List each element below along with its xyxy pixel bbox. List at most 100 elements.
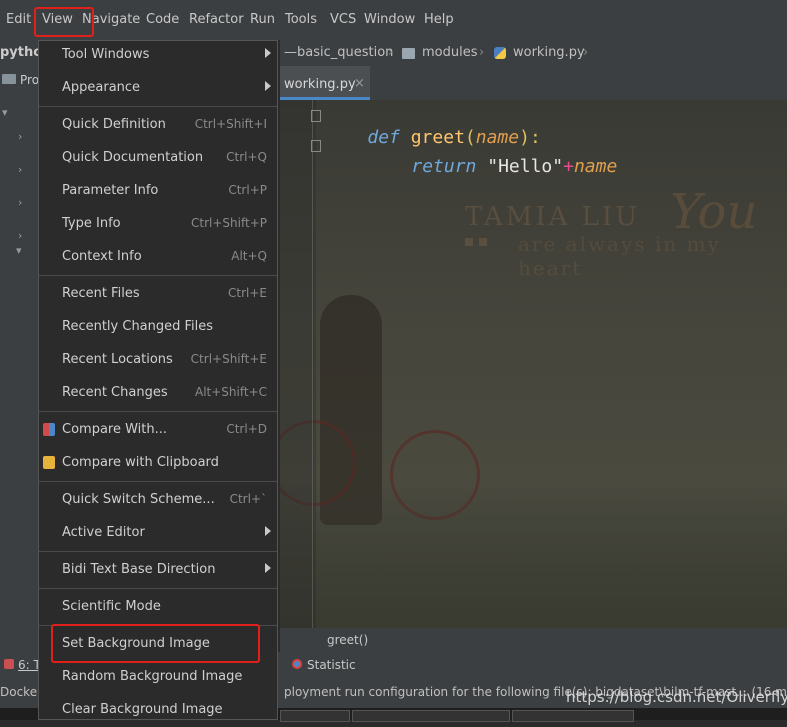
taskbar-item[interactable] bbox=[352, 710, 510, 722]
breadcrumb-item[interactable]: —basic_question bbox=[284, 45, 393, 60]
fold-icon[interactable] bbox=[311, 110, 321, 122]
menu-item-compare-with[interactable]: Compare With... Ctrl+D bbox=[39, 414, 279, 447]
menu-item-shortcut: Ctrl+Shift+I bbox=[194, 117, 267, 131]
variable-token: name bbox=[573, 156, 618, 177]
submenu-arrow-icon bbox=[265, 526, 271, 536]
menu-item-type-info[interactable]: Type Info Ctrl+Shift+P bbox=[39, 208, 279, 241]
menu-item-shortcut: Ctrl+Shift+P bbox=[191, 216, 267, 230]
python-file-icon bbox=[494, 47, 506, 59]
set-background-highlight bbox=[51, 624, 260, 663]
menu-item-random-background-image[interactable]: Random Background Image bbox=[39, 661, 279, 694]
background-photo-grass bbox=[280, 478, 787, 648]
watermark-square bbox=[465, 238, 473, 246]
tool-window-statistic[interactable]: Statistic bbox=[307, 658, 356, 672]
menu-window[interactable]: Window bbox=[364, 12, 415, 27]
menu-item-shortcut: Ctrl+D bbox=[226, 422, 267, 436]
menu-item-label: Appearance bbox=[62, 80, 141, 95]
menu-item-shortcut: Alt+Shift+C bbox=[194, 385, 267, 399]
menu-item-clear-background-image[interactable]: Clear Background Image bbox=[39, 694, 279, 727]
menu-separator bbox=[39, 551, 277, 552]
code-editor[interactable]: TAMIA LIU You are always in my heart def… bbox=[280, 100, 787, 648]
menu-item-quick-documentation[interactable]: Quick Documentation Ctrl+Q bbox=[39, 142, 279, 175]
menu-item-tool-windows[interactable]: Tool Windows bbox=[39, 39, 279, 72]
menu-item-label: Quick Documentation bbox=[62, 150, 204, 165]
menu-item-label: Compare with Clipboard bbox=[62, 455, 219, 470]
chevron-right-icon: › bbox=[388, 45, 394, 60]
menu-item-recent-locations[interactable]: Recent Locations Ctrl+Shift+E bbox=[39, 344, 279, 377]
watermark-name: TAMIA LIU bbox=[465, 202, 641, 232]
menu-item-shortcut: Ctrl+E bbox=[228, 286, 267, 300]
view-menu-highlight bbox=[34, 7, 94, 37]
tab-working-py[interactable]: working.py × bbox=[280, 66, 370, 100]
chevron-right-icon[interactable]: › bbox=[18, 196, 22, 209]
chevron-right-icon: › bbox=[583, 45, 589, 60]
menu-item-label: Scientific Mode bbox=[62, 599, 161, 614]
keyword-token: return bbox=[411, 156, 477, 177]
structure-item[interactable]: greet() bbox=[327, 633, 368, 647]
menu-item-quick-definition[interactable]: Quick Definition Ctrl+Shift+I bbox=[39, 109, 279, 142]
menu-item-shortcut: Alt+Q bbox=[231, 249, 267, 263]
menu-item-parameter-info[interactable]: Parameter Info Ctrl+P bbox=[39, 175, 279, 208]
structure-breadcrumb: greet() bbox=[280, 628, 787, 652]
menu-item-label: Compare With... bbox=[62, 422, 168, 437]
code-line-2: return "Hello"+name bbox=[368, 135, 617, 198]
todo-icon bbox=[4, 659, 14, 669]
menu-item-quick-switch-scheme[interactable]: Quick Switch Scheme... Ctrl+` bbox=[39, 484, 279, 517]
chevron-right-icon[interactable]: › bbox=[18, 229, 22, 242]
clipboard-icon bbox=[43, 456, 55, 469]
menu-item-scientific-mode[interactable]: Scientific Mode bbox=[39, 591, 279, 624]
statistic-icon bbox=[292, 659, 302, 669]
menu-item-shortcut: Ctrl+Q bbox=[226, 150, 267, 164]
menu-bar: Edit View Navigate Code Refactor Run Too… bbox=[0, 0, 787, 40]
menu-item-label: Quick Switch Scheme... bbox=[62, 492, 215, 507]
taskbar-item[interactable] bbox=[280, 710, 350, 722]
menu-edit[interactable]: Edit bbox=[6, 12, 31, 27]
menu-item-recently-changed-files[interactable]: Recently Changed Files bbox=[39, 311, 279, 344]
menu-item-shortcut: Ctrl+P bbox=[228, 183, 267, 197]
menu-item-bidi-text-base-direction[interactable]: Bidi Text Base Direction bbox=[39, 554, 279, 587]
status-docker[interactable]: Docker bbox=[0, 685, 42, 699]
gutter-divider bbox=[312, 100, 313, 648]
operator-token: + bbox=[563, 156, 574, 177]
menu-code[interactable]: Code bbox=[146, 12, 179, 27]
menu-separator bbox=[39, 411, 277, 412]
menu-vcs[interactable]: VCS bbox=[330, 12, 356, 27]
menu-item-compare-with-clipboard[interactable]: Compare with Clipboard bbox=[39, 447, 279, 480]
menu-item-label: Recent Files bbox=[62, 286, 140, 301]
close-icon[interactable]: × bbox=[354, 76, 365, 91]
chevron-right-icon[interactable]: › bbox=[18, 130, 22, 143]
chevron-down-icon[interactable]: ▾ bbox=[16, 244, 22, 257]
menu-item-label: Quick Definition bbox=[62, 117, 166, 132]
menu-separator bbox=[39, 481, 277, 482]
string-token: "Hello" bbox=[487, 156, 564, 177]
project-label: Pro bbox=[20, 73, 40, 87]
menu-item-shortcut: Ctrl+` bbox=[229, 492, 267, 506]
watermark-square bbox=[479, 238, 487, 246]
view-menu-dropdown: Tool Windows Appearance Quick Definition Ct… bbox=[38, 40, 278, 720]
menu-item-appearance[interactable]: Appearance bbox=[39, 72, 279, 105]
menu-item-label: Context Info bbox=[62, 249, 142, 264]
menu-item-active-editor[interactable]: Active Editor bbox=[39, 517, 279, 550]
menu-item-label: Clear Background Image bbox=[62, 702, 223, 717]
menu-refactor[interactable]: Refactor bbox=[189, 12, 244, 27]
menu-item-label: Active Editor bbox=[62, 525, 145, 540]
menu-help[interactable]: Help bbox=[424, 12, 454, 27]
menu-item-label: Bidi Text Base Direction bbox=[62, 562, 216, 577]
menu-separator bbox=[39, 588, 277, 589]
chevron-right-icon[interactable]: › bbox=[18, 163, 22, 176]
menu-item-context-info[interactable]: Context Info Alt+Q bbox=[39, 241, 279, 274]
menu-tools[interactable]: Tools bbox=[285, 12, 317, 27]
chevron-down-icon[interactable]: ▾ bbox=[2, 106, 8, 119]
folder-icon bbox=[2, 74, 16, 84]
url-watermark: https://blog.csdn.net/Oliverfly1 bbox=[566, 688, 787, 706]
breadcrumb-item[interactable]: working.py bbox=[513, 45, 585, 60]
menu-item-label: Type Info bbox=[62, 216, 121, 231]
menu-run[interactable]: Run bbox=[250, 12, 275, 27]
taskbar-item[interactable] bbox=[512, 710, 634, 722]
fold-icon[interactable] bbox=[311, 140, 321, 152]
project-panel: pytho Pro ▾ › › › › ▾ bbox=[0, 40, 42, 652]
chevron-right-icon: › bbox=[479, 45, 485, 60]
breadcrumb-item[interactable]: modules bbox=[422, 45, 478, 60]
menu-item-recent-changes[interactable]: Recent Changes Alt+Shift+C bbox=[39, 377, 279, 410]
menu-item-recent-files[interactable]: Recent Files Ctrl+E bbox=[39, 278, 279, 311]
